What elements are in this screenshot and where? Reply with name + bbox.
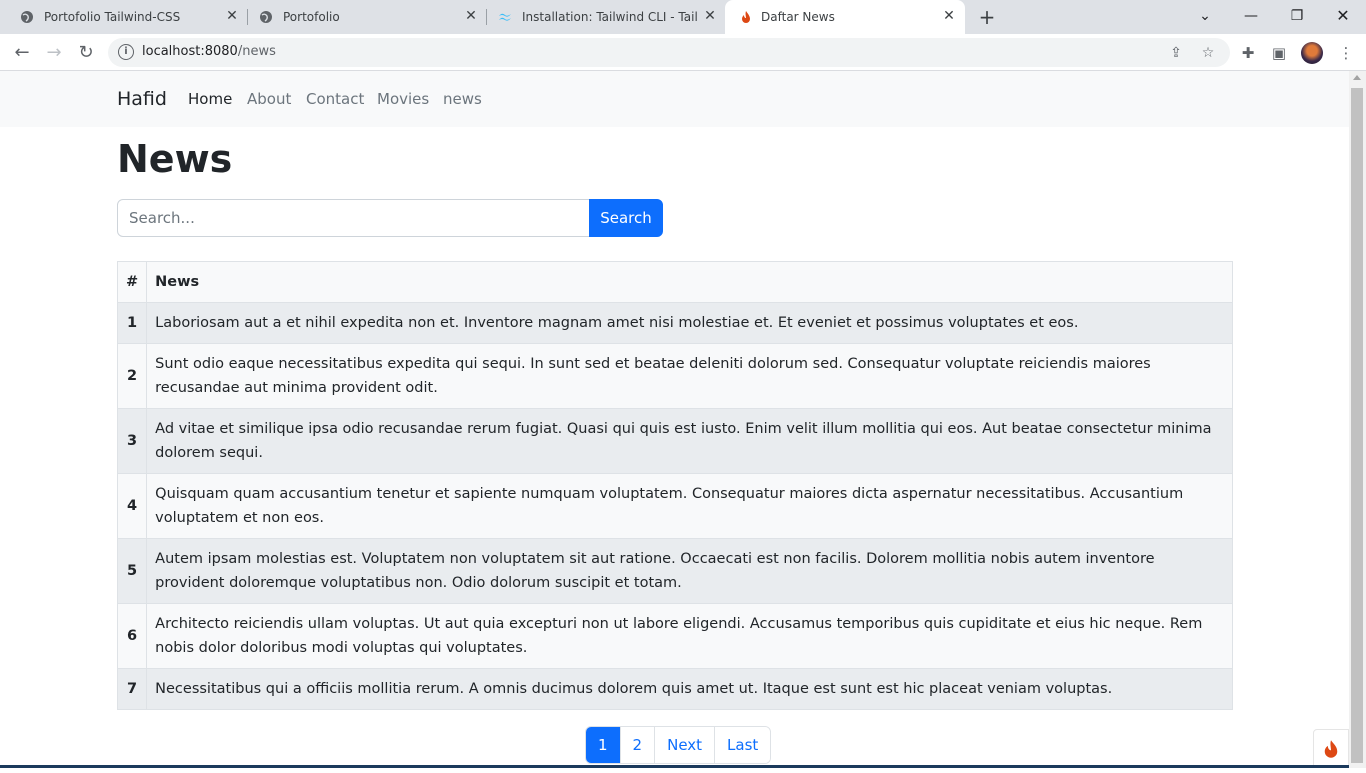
browser-toolbar: ← → ↻ i localhost:8080/news ⇪ ☆ ✚ ▣ ⋮ <box>0 34 1366 71</box>
pagination: 1 2 Next Last <box>585 726 772 764</box>
row-number: 4 <box>116 473 148 539</box>
column-header-number: # <box>116 261 148 303</box>
navbar-brand[interactable]: Hafid <box>117 88 167 110</box>
close-window-icon[interactable]: ✕ <box>1331 4 1355 28</box>
table-row: 1 Laboriosam aut a et nihil expedita non… <box>116 302 1233 344</box>
close-icon[interactable]: ✕ <box>224 8 240 24</box>
menu-icon[interactable]: ⋮ <box>1334 41 1358 65</box>
page-link-next[interactable]: Next <box>654 727 715 763</box>
restore-icon[interactable]: ❐ <box>1285 4 1309 28</box>
back-arrow-icon[interactable]: ← <box>10 41 34 65</box>
extensions-icon[interactable]: ✚ <box>1236 41 1260 65</box>
tailwind-icon <box>498 10 512 24</box>
scroll-up-arrow-icon[interactable] <box>1353 75 1361 80</box>
nav-link-contact[interactable]: Contact <box>306 90 364 108</box>
site-navbar: Hafid Home About Contact Movies news <box>0 71 1349 127</box>
url-text[interactable]: localhost:8080/news <box>142 44 276 59</box>
url-host: localhost:8080 <box>142 44 238 59</box>
nav-link-home[interactable]: Home <box>188 90 232 108</box>
row-number: 2 <box>116 343 148 409</box>
page-link-last[interactable]: Last <box>714 727 771 763</box>
tab-title: Daftar News <box>761 10 835 24</box>
close-icon[interactable]: ✕ <box>941 8 957 24</box>
debug-toolbar-flame-icon[interactable] <box>1313 729 1349 768</box>
column-header-news: News <box>146 261 1233 303</box>
table-row: 3 Ad vitae et similique ipsa odio recusa… <box>116 408 1233 474</box>
row-news-text: Quisquam quam accusantium tenetur et sap… <box>146 473 1233 539</box>
row-number: 1 <box>116 302 148 344</box>
scrollbar-thumb[interactable] <box>1351 88 1363 763</box>
page-link-1[interactable]: 1 <box>586 727 620 763</box>
tab-title: Portofolio <box>283 10 340 24</box>
table-row: 2 Sunt odio eaque necessitatibus expedit… <box>116 343 1233 409</box>
row-number: 3 <box>116 408 148 474</box>
globe-icon <box>259 10 273 24</box>
forward-arrow-icon[interactable]: → <box>42 41 66 65</box>
close-icon[interactable]: ✕ <box>463 8 479 24</box>
new-tab-button[interactable]: + <box>976 6 998 28</box>
nav-link-movies[interactable]: Movies <box>377 90 429 108</box>
tab-search-icon[interactable]: ⌄ <box>1193 4 1217 28</box>
news-table: # News 1 Laboriosam aut a et nihil exped… <box>116 261 1233 710</box>
row-news-text: Laboriosam aut a et nihil expedita non e… <box>146 302 1233 344</box>
star-icon[interactable]: ☆ <box>1199 44 1217 62</box>
row-news-text: Ad vitae et similique ipsa odio recusand… <box>146 408 1233 474</box>
page-viewport: Hafid Home About Contact Movies news New… <box>0 71 1349 768</box>
row-news-text: Autem ipsam molestias est. Voluptatem no… <box>146 538 1233 604</box>
table-row: 5 Autem ipsam molestias est. Voluptatem … <box>116 538 1233 604</box>
table-row: 6 Architecto reiciendis ullam voluptas. … <box>116 603 1233 669</box>
browser-tab-2[interactable]: Portofolio ✕ <box>239 0 485 34</box>
page-title: News <box>117 137 233 181</box>
table-header-row: # News <box>116 261 1233 303</box>
info-icon[interactable]: i <box>118 44 134 60</box>
tab-title: Installation: Tailwind CLI - Tailwind <box>522 10 698 24</box>
browser-tab-strip: Portofolio Tailwind-CSS ✕ Portofolio ✕ I… <box>0 0 1366 34</box>
row-number: 6 <box>116 603 148 669</box>
url-path: /news <box>237 44 276 59</box>
row-news-text: Sunt odio eaque necessitatibus expedita … <box>146 343 1233 409</box>
nav-link-news[interactable]: news <box>443 90 482 108</box>
browser-tab-4[interactable]: Daftar News ✕ <box>725 0 965 34</box>
row-news-text: Necessitatibus qui a officiis mollitia r… <box>146 668 1233 710</box>
flame-icon <box>739 10 753 24</box>
reload-icon[interactable]: ↻ <box>74 41 98 65</box>
search-button[interactable]: Search <box>589 199 663 237</box>
search-input[interactable] <box>117 199 590 237</box>
nav-link-about[interactable]: About <box>247 90 291 108</box>
address-bar[interactable]: i localhost:8080/news ⇪ ☆ <box>108 38 1230 67</box>
share-icon[interactable]: ⇪ <box>1167 44 1185 62</box>
row-number: 5 <box>116 538 148 604</box>
tab-title: Portofolio Tailwind-CSS <box>44 10 181 24</box>
table-row: 7 Necessitatibus qui a officiis mollitia… <box>116 668 1233 710</box>
profile-avatar[interactable] <box>1301 42 1323 64</box>
side-panel-icon[interactable]: ▣ <box>1267 41 1291 65</box>
browser-tab-3[interactable]: Installation: Tailwind CLI - Tailwind ✕ <box>478 0 724 34</box>
table-row: 4 Quisquam quam accusantium tenetur et s… <box>116 473 1233 539</box>
page-link-2[interactable]: 2 <box>619 727 655 763</box>
minimize-icon[interactable]: — <box>1239 4 1263 28</box>
row-number: 7 <box>116 668 148 710</box>
browser-tab-1[interactable]: Portofolio Tailwind-CSS ✕ <box>0 0 246 34</box>
row-news-text: Architecto reiciendis ullam voluptas. Ut… <box>146 603 1233 669</box>
page-scrollbar[interactable] <box>1349 71 1366 768</box>
search-form: Search <box>117 199 663 237</box>
globe-icon <box>20 10 34 24</box>
close-icon[interactable]: ✕ <box>702 8 718 24</box>
